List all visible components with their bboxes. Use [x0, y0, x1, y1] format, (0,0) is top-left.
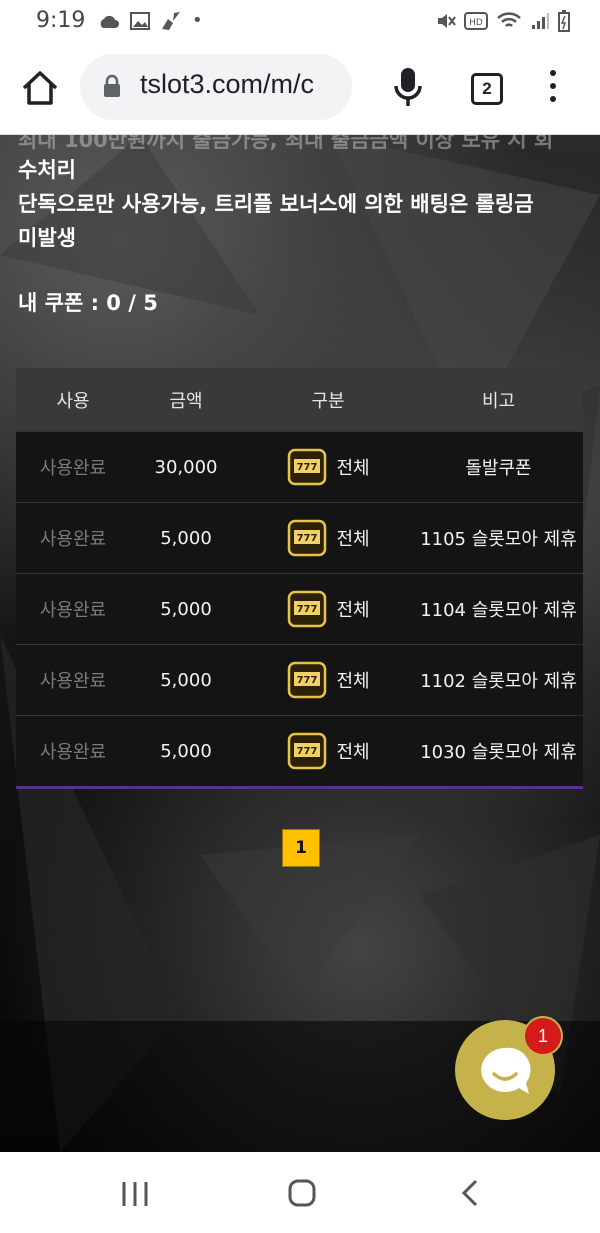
- table-row: 사용완료 5,000 777 전체 1104 슬롯모아 제휴: [16, 573, 583, 644]
- row-status: 사용완료: [39, 671, 107, 692]
- row-amount: 30,000: [154, 456, 218, 478]
- row-type: 전체: [336, 458, 370, 479]
- back-icon[interactable]: [458, 1178, 482, 1208]
- header-note: 비고: [481, 390, 516, 412]
- hd-icon: HD: [464, 12, 488, 30]
- tab-switcher-button[interactable]: 2: [471, 73, 503, 105]
- header-status: 사용: [56, 390, 90, 412]
- notification-dot: •: [192, 10, 203, 31]
- slot-machine-icon: 777: [288, 519, 327, 557]
- row-note: 1104 슬롯모아 제휴: [420, 600, 577, 621]
- table-row: 사용완료 5,000 777 전체 1102 슬롯모아 제휴: [16, 644, 583, 715]
- image-icon: [130, 11, 150, 30]
- lock-icon: [104, 74, 120, 97]
- system-nav-bar: [0, 1152, 600, 1233]
- row-note: 돌발쿠폰: [465, 458, 532, 479]
- slot-machine-icon: 777: [288, 661, 327, 699]
- table-header: 사용 금액 구분 비고: [16, 368, 583, 431]
- row-type: 전체: [336, 529, 370, 550]
- row-type: 전체: [336, 600, 370, 621]
- row-type: 전체: [336, 671, 370, 692]
- recent-apps-icon[interactable]: [120, 1180, 150, 1208]
- notice-line-2: 단독으로만 사용가능, 트리플 보너스에 의한 배팅은 롤링금: [18, 192, 534, 216]
- header-amount: 금액: [169, 390, 203, 412]
- chat-unread-badge: 1: [523, 1016, 563, 1056]
- slot-machine-icon: 777: [288, 590, 327, 628]
- table-row: 사용완료 5,000 777 전체 1105 슬롯모아 제휴: [16, 502, 583, 573]
- address-bar[interactable]: tslot3.com/m/c: [80, 54, 352, 120]
- row-status: 사용완료: [39, 742, 107, 763]
- row-status: 사용완료: [39, 600, 107, 621]
- home-icon[interactable]: [18, 66, 62, 110]
- row-amount: 5,000: [160, 740, 212, 762]
- wifi-icon: [497, 12, 521, 27]
- coupon-table: 사용 금액 구분 비고 사용완료 30,000 777 전체 돌발쿠폰 사용완료…: [16, 368, 583, 789]
- page-content: 최대 100만원까지 출금가능, 최대 출금금액 이상 보유 시 회 수처리 단…: [0, 135, 600, 1152]
- row-note: 1030 슬롯모아 제휴: [420, 742, 577, 763]
- row-amount: 5,000: [160, 598, 212, 620]
- table-row: 사용완료 30,000 777 전체 돌발쿠폰: [16, 431, 583, 502]
- row-note: 1105 슬롯모아 제휴: [420, 529, 577, 550]
- table-row: 사용완료 5,000 777 전체 1030 슬롯모아 제휴: [16, 715, 583, 786]
- notice-line-3: 미발생: [18, 226, 76, 250]
- battery-icon: [558, 10, 570, 32]
- microphone-icon[interactable]: [388, 64, 428, 112]
- row-status: 사용완료: [39, 529, 107, 550]
- row-type: 전체: [336, 742, 370, 763]
- row-amount: 5,000: [160, 527, 212, 549]
- row-note: 1102 슬롯모아 제휴: [420, 671, 577, 692]
- header-type: 구분: [311, 390, 345, 412]
- cloud-icon: [100, 15, 119, 28]
- svg-text:777: 777: [297, 533, 318, 544]
- url-text: tslot3.com/m/c: [140, 69, 315, 99]
- svg-text:HD: HD: [469, 18, 483, 28]
- slot-machine-icon: 777: [288, 448, 327, 486]
- signal-icon: [532, 13, 549, 29]
- home-nav-icon[interactable]: [287, 1178, 317, 1208]
- status-time: 9:19: [36, 8, 86, 33]
- status-bar: 9:19 • HD: [0, 0, 600, 42]
- slot-machine-icon: 777: [288, 732, 327, 770]
- row-status: 사용완료: [39, 458, 107, 479]
- coupon-count: 내 쿠폰 : 0 / 5: [18, 291, 158, 315]
- mute-icon: [438, 14, 456, 28]
- pagination-page-button[interactable]: 1: [282, 829, 320, 867]
- broom-icon: [162, 11, 180, 30]
- notice-line-1: 수처리: [18, 158, 76, 182]
- svg-text:777: 777: [297, 675, 318, 686]
- overflow-menu-icon[interactable]: [546, 70, 560, 106]
- svg-text:777: 777: [297, 604, 318, 615]
- browser-toolbar: tslot3.com/m/c 2: [0, 42, 600, 135]
- svg-text:777: 777: [297, 746, 318, 757]
- svg-text:777: 777: [297, 462, 318, 473]
- row-amount: 5,000: [160, 669, 212, 691]
